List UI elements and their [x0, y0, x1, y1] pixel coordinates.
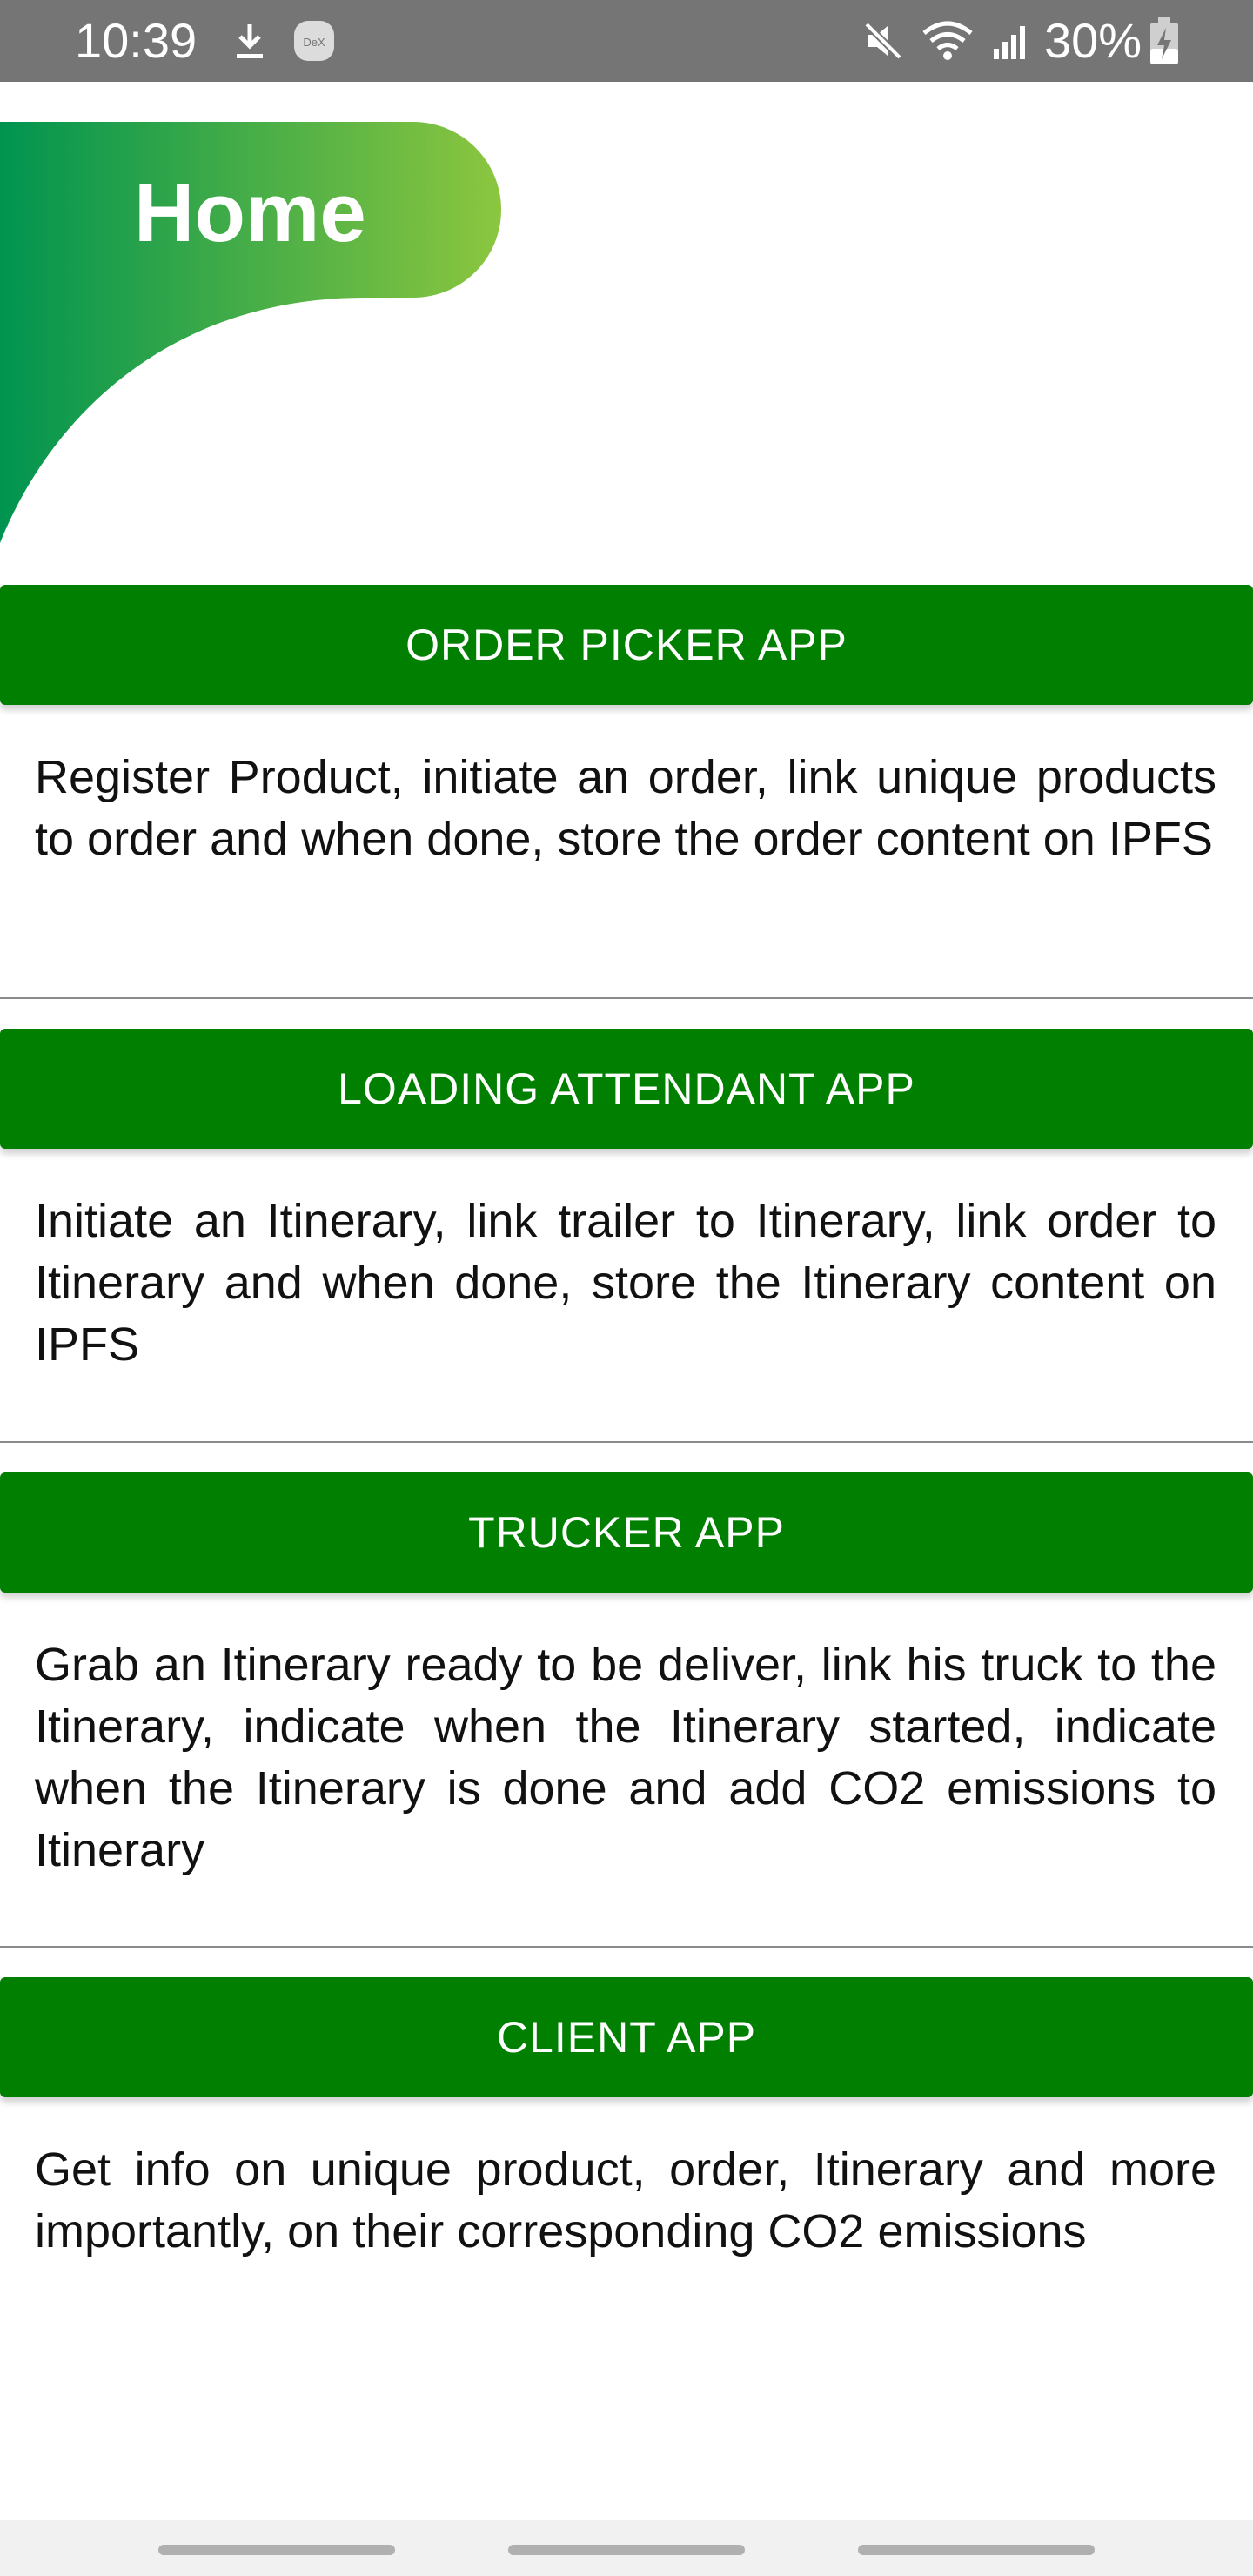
battery-charging-icon	[1147, 16, 1182, 66]
signal-icon	[990, 19, 1034, 63]
dex-label: DeX	[303, 36, 325, 49]
download-icon	[228, 19, 271, 63]
section-divider	[0, 1441, 1253, 1443]
mute-icon	[861, 19, 905, 63]
order-picker-app-description: Register Product, initiate an order, lin…	[35, 751, 1216, 865]
wifi-icon	[921, 19, 975, 63]
header: Home	[0, 82, 1253, 569]
client-app-description: Get info on unique product, order, Itine…	[35, 2143, 1216, 2257]
battery-percentage: 30%	[1044, 13, 1142, 68]
client-app-button[interactable]: CLIENT APP	[0, 1977, 1253, 2097]
nav-back-button[interactable]	[858, 2545, 1095, 2555]
screen: 10:39 DeX 30% Home ORDER PICKER APP Regi…	[0, 0, 1253, 2576]
trucker-app-button[interactable]: TRUCKER APP	[0, 1472, 1253, 1593]
loading-attendant-app-description: Initiate an Itinerary, link trailer to I…	[35, 1195, 1216, 1371]
status-bar: 10:39 DeX 30%	[0, 0, 1253, 82]
section-divider	[0, 1946, 1253, 1948]
navigation-bar	[0, 2520, 1253, 2576]
dex-icon: DeX	[292, 19, 336, 63]
nav-home-button[interactable]	[508, 2545, 745, 2555]
nav-recents-button[interactable]	[158, 2545, 395, 2555]
status-time: 10:39	[75, 13, 198, 68]
loading-attendant-app-button[interactable]: LOADING ATTENDANT APP	[0, 1029, 1253, 1149]
section-divider	[0, 997, 1253, 999]
page-title: Home	[134, 166, 366, 259]
header-wave-shape	[0, 122, 501, 543]
order-picker-app-button[interactable]: ORDER PICKER APP	[0, 585, 1253, 705]
trucker-app-description: Grab an Itinerary ready to be deliver, l…	[35, 1639, 1216, 1876]
